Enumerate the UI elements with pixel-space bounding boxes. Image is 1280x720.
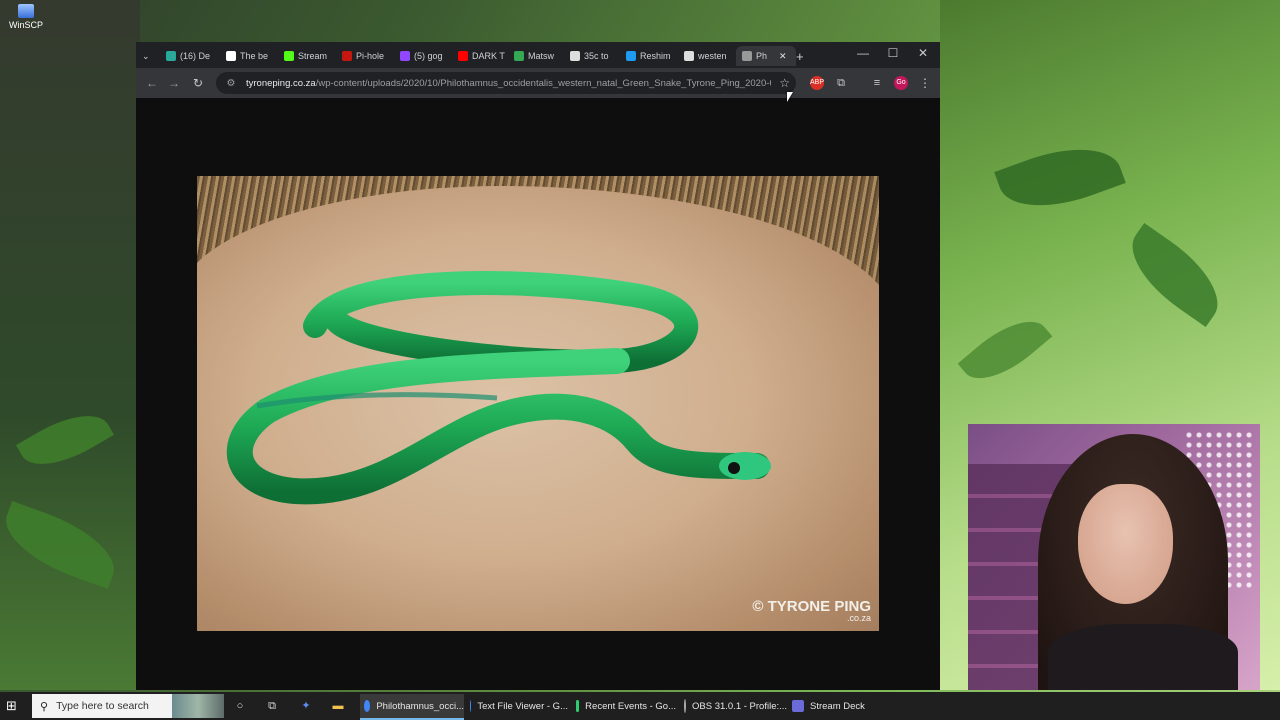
tab-label: Reshim bbox=[640, 51, 671, 61]
tab-favicon-icon bbox=[570, 51, 580, 61]
tab-favicon-icon bbox=[226, 51, 236, 61]
tab[interactable]: westen bbox=[684, 46, 732, 66]
cortana-icon[interactable]: ○ bbox=[232, 698, 248, 714]
tab-favicon-icon bbox=[342, 51, 352, 61]
taskbar-app-chrome[interactable]: Text File Viewer - G... bbox=[470, 694, 568, 718]
tab[interactable]: Stream bbox=[284, 46, 332, 66]
tab-favicon-icon bbox=[742, 51, 752, 61]
obs-icon bbox=[684, 699, 686, 713]
tab-favicon-icon bbox=[458, 51, 468, 61]
tab[interactable]: The be bbox=[226, 46, 274, 66]
tab[interactable]: (5) gog bbox=[400, 46, 450, 66]
taskbar-app-label: Philothamnus_occi... bbox=[376, 700, 464, 712]
url-text: tyroneping.co.za/wp-content/uploads/2020… bbox=[246, 78, 771, 89]
snake-photo: © TYRONE PING .co.za bbox=[197, 176, 879, 631]
tab-label: (5) gog bbox=[414, 51, 443, 61]
url-path: /wp-content/uploads/2020/10/Philothamnus… bbox=[315, 77, 771, 89]
chevron-down-icon: ⌄ bbox=[142, 50, 150, 61]
media-controls-icon[interactable]: ≡ bbox=[870, 76, 884, 90]
search-placeholder: Type here to search bbox=[56, 700, 149, 712]
site-info-icon[interactable]: ⚙ bbox=[224, 78, 238, 89]
desktop-icon-label: WinSCP bbox=[8, 20, 43, 30]
plus-icon: + bbox=[796, 48, 804, 64]
file-explorer-icon[interactable]: ▬ bbox=[330, 698, 346, 714]
windows-start-icon[interactable]: ⊞ bbox=[6, 698, 17, 714]
tab-label: Pi-hole bbox=[356, 51, 385, 61]
tab-label: Matsw bbox=[528, 51, 555, 61]
tab[interactable]: (16) De bbox=[166, 46, 218, 66]
browser-window: ⌄ (16) De The be Stream Pi-hole (5) gog … bbox=[136, 42, 940, 690]
tab-active[interactable]: Ph ✕ bbox=[736, 46, 796, 66]
chrome-icon bbox=[470, 700, 472, 712]
address-bar[interactable]: ⚙ tyroneping.co.za/wp-content/uploads/20… bbox=[216, 72, 796, 94]
taskbar-app-label: Recent Events - Go... bbox=[585, 700, 676, 712]
taskbar-app-label: OBS 31.0.1 - Profile:... bbox=[692, 700, 788, 712]
browser-toolbar: ← → ↻ ⚙ tyroneping.co.za/wp-content/uplo… bbox=[136, 68, 940, 98]
taskbar-app-stream-deck[interactable]: Stream Deck bbox=[792, 694, 872, 718]
adblock-extension-icon[interactable]: ABP bbox=[810, 76, 824, 90]
tab[interactable]: Matsw bbox=[514, 46, 560, 66]
webcam-overlay bbox=[968, 424, 1260, 690]
tab-strip: ⌄ (16) De The be Stream Pi-hole (5) gog … bbox=[136, 42, 940, 68]
tab-favicon-icon bbox=[166, 51, 176, 61]
forward-icon[interactable]: → bbox=[166, 76, 182, 90]
menu-kebab-icon[interactable]: ⋮ bbox=[918, 76, 932, 90]
stream-deck-icon bbox=[792, 700, 804, 712]
watermark-sub: .co.za bbox=[846, 613, 871, 623]
new-tab-button[interactable]: + bbox=[796, 46, 812, 66]
tab-search-button[interactable]: ⌄ bbox=[142, 46, 150, 66]
taskbar-app-label: Text File Viewer - G... bbox=[477, 700, 568, 712]
tab-label: Stream bbox=[298, 51, 328, 61]
tab[interactable]: DARK T bbox=[458, 46, 506, 66]
task-view-icon[interactable]: ⧉ bbox=[264, 698, 280, 714]
photo-watermark: © TYRONE PING .co.za bbox=[752, 599, 871, 623]
close-button[interactable]: ✕ bbox=[908, 46, 938, 60]
tab-favicon-icon bbox=[514, 51, 524, 61]
tab-label: westen bbox=[698, 51, 727, 61]
taskbar-app-recent-events[interactable]: Recent Events - Go... bbox=[576, 694, 676, 718]
snake-graphic bbox=[226, 271, 771, 505]
tab-label: The be bbox=[240, 51, 269, 61]
reload-icon[interactable]: ↻ bbox=[190, 76, 206, 90]
close-icon[interactable]: ✕ bbox=[779, 51, 787, 62]
webcam-person-face bbox=[1078, 484, 1173, 604]
tab-label: Ph bbox=[756, 51, 768, 61]
minimize-button[interactable]: — bbox=[848, 46, 878, 60]
tab[interactable]: 35c to bbox=[570, 46, 618, 66]
taskbar-search[interactable]: ⚲ Type here to search bbox=[32, 694, 224, 718]
maximize-button[interactable]: ☐ bbox=[878, 46, 908, 60]
taskbar-app-chrome-active[interactable]: Philothamnus_occi... bbox=[360, 694, 464, 720]
copilot-icon[interactable]: ✦ bbox=[298, 698, 314, 714]
search-highlight-image bbox=[172, 694, 224, 718]
desktop-wallpaper-left bbox=[0, 0, 140, 690]
tab-favicon-icon bbox=[684, 51, 694, 61]
tab-label: 35c to bbox=[584, 51, 609, 61]
tab[interactable]: Pi-hole bbox=[342, 46, 390, 66]
back-icon[interactable]: ← bbox=[144, 76, 160, 90]
winscp-icon bbox=[18, 4, 34, 18]
search-icon: ⚲ bbox=[40, 700, 49, 713]
app-icon bbox=[576, 700, 580, 712]
taskbar: ⊞ ⚲ Type here to search ○ ⧉ ✦ ▬ Philotha… bbox=[0, 692, 1280, 720]
extensions-puzzle-icon[interactable]: ⧉ bbox=[834, 76, 848, 90]
page-viewport: © TYRONE PING .co.za bbox=[136, 98, 940, 690]
bookmark-star-icon[interactable]: ☆ bbox=[779, 76, 790, 90]
desktop-icon-winscp[interactable]: WinSCP bbox=[6, 4, 46, 30]
tab-label: DARK T bbox=[472, 51, 505, 61]
taskbar-app-label: Stream Deck bbox=[810, 700, 865, 712]
tab-favicon-icon bbox=[626, 51, 636, 61]
chrome-icon bbox=[364, 700, 371, 712]
webcam-person-shirt bbox=[1048, 624, 1238, 690]
tab-favicon-icon bbox=[400, 51, 410, 61]
taskbar-app-obs[interactable]: OBS 31.0.1 - Profile:... bbox=[684, 694, 788, 718]
tab-favicon-icon bbox=[284, 51, 294, 61]
mouse-cursor bbox=[787, 92, 793, 102]
profile-avatar[interactable]: Go bbox=[894, 76, 908, 90]
tab-label: (16) De bbox=[180, 51, 211, 61]
url-host: tyroneping.co.za bbox=[246, 77, 316, 89]
tab[interactable]: Reshim bbox=[626, 46, 676, 66]
